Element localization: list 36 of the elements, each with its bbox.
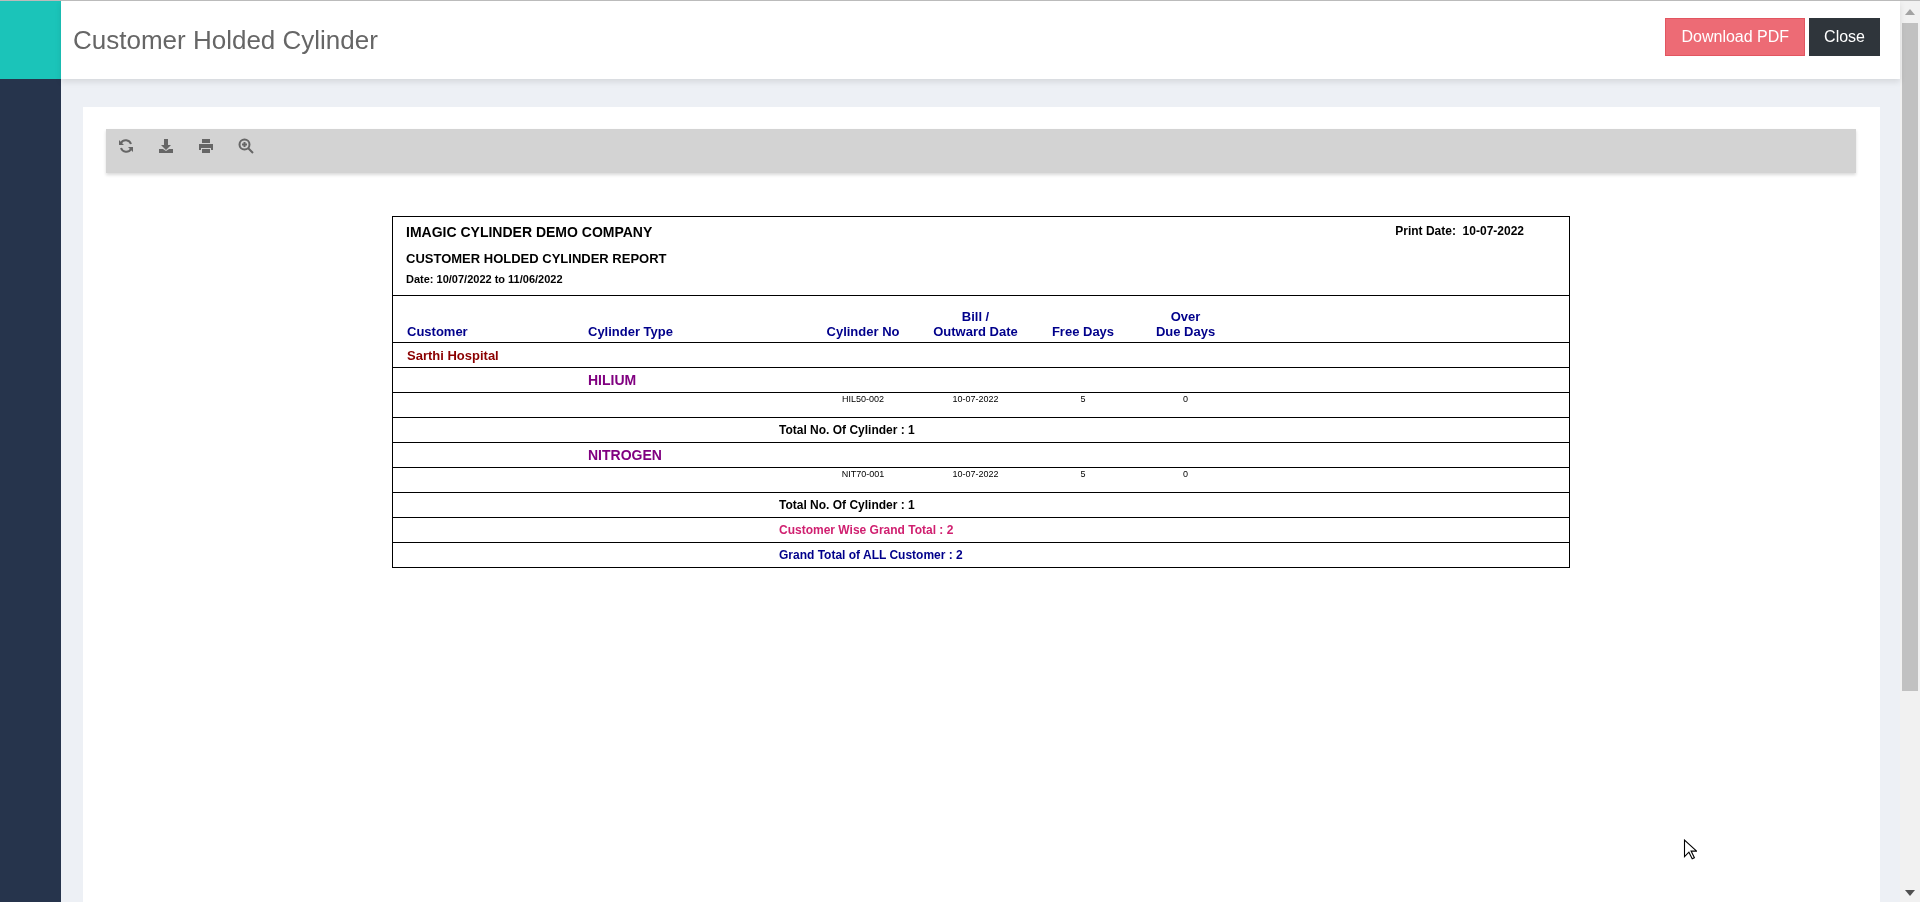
printer-icon[interactable]	[198, 138, 214, 154]
column-header: Cylinder No	[825, 324, 901, 339]
column-header: Free Days	[1050, 324, 1116, 339]
cylinder-type: NITROGEN	[587, 447, 662, 463]
column-header: Customer	[407, 324, 469, 339]
refresh-icon[interactable]	[118, 138, 134, 154]
outward-date: 10-07-2022	[951, 394, 1000, 404]
report-title: CUSTOMER HOLDED CYLINDER REPORT	[406, 251, 667, 266]
company-name: IMAGIC CYLINDER DEMO COMPANY	[406, 224, 654, 240]
column-header: Cylinder Type	[588, 324, 674, 339]
scroll-up-icon[interactable]	[1905, 9, 1915, 15]
customer-name: Sarthi Hospital	[406, 347, 499, 363]
mouse-cursor-icon	[1683, 839, 1697, 861]
customer-total-text: Customer Wise Grand Total : 2	[778, 523, 954, 537]
over-due-days: 0	[1133, 394, 1238, 404]
scrollbar[interactable]	[1900, 1, 1920, 902]
close-button[interactable]: Close	[1809, 18, 1880, 56]
outward-date: 10-07-2022	[951, 469, 1000, 479]
download-icon[interactable]	[158, 138, 174, 154]
column-header: Bill / Outward Date	[932, 309, 1019, 339]
grand-total-text: Grand Total of ALL Customer : 2	[778, 548, 963, 562]
cylinder-number: NIT70-001	[840, 469, 886, 479]
over-due-days: 0	[1133, 469, 1238, 479]
scrollbar-thumb[interactable]	[1902, 23, 1918, 691]
subtotal-text: Total No. Of Cylinder : 1	[778, 423, 915, 437]
free-days: 5	[1033, 469, 1133, 479]
free-days: 5	[1033, 394, 1133, 404]
page-title: Customer Holded Cylinder	[73, 24, 378, 56]
column-header: Over Due Days	[1154, 309, 1217, 339]
cylinder-type: HILIUM	[587, 372, 637, 388]
date-range: Date: 10/07/2022 to 11/06/2022	[406, 273, 564, 285]
print-date: Print Date: 10-07-2022	[1395, 224, 1524, 240]
cylinder-number: HIL50-002	[841, 394, 885, 404]
scroll-down-icon[interactable]	[1905, 890, 1915, 896]
subtotal-text: Total No. Of Cylinder : 1	[778, 498, 915, 512]
zoom-in-icon[interactable]	[238, 138, 254, 154]
